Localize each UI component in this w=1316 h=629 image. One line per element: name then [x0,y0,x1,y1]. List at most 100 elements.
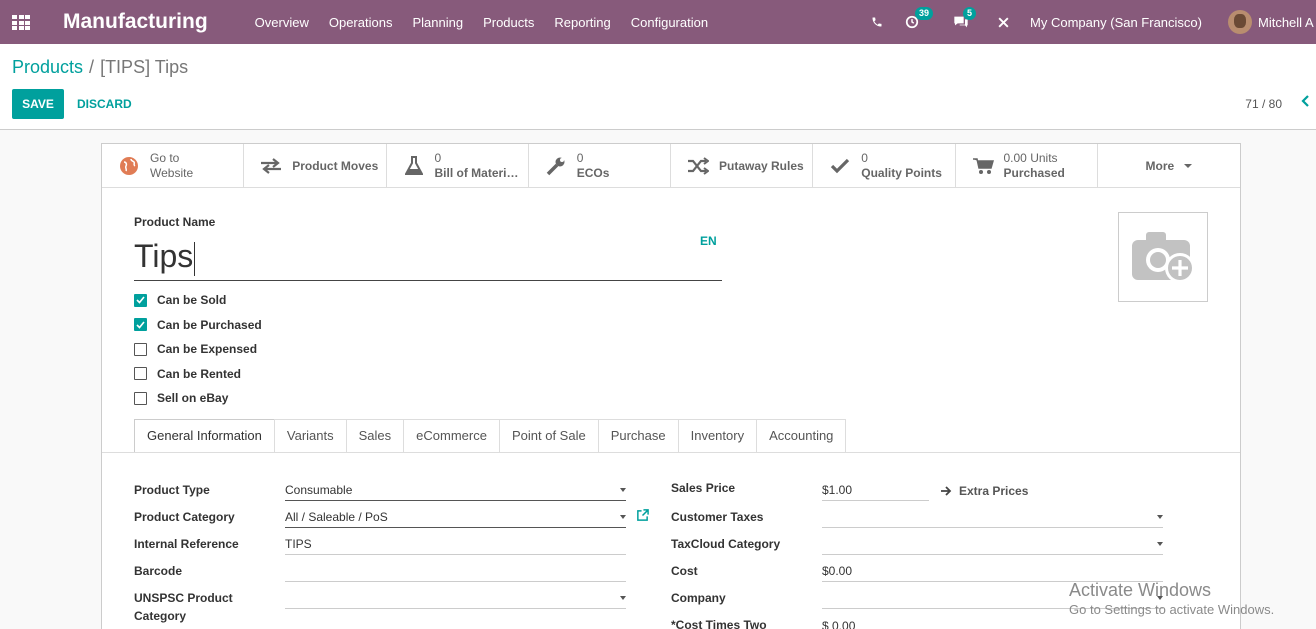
translate-language-button[interactable]: EN [700,234,717,248]
can-be-sold-checkbox[interactable] [134,293,147,307]
ecos-button[interactable]: 0 ECOs [529,144,671,188]
product-name-input[interactable]: Tips [134,233,722,281]
external-link-icon[interactable] [636,509,649,525]
can-be-expensed-label: Can be Expensed [157,342,258,357]
can-be-rented-label: Can be Rented [157,366,242,381]
cost-input[interactable]: $0.00 [822,561,1163,582]
quality-points-count: 0 [861,151,868,165]
tab-general-information[interactable]: General Information [134,419,275,453]
product-moves-button[interactable]: Product Moves [244,144,387,188]
quality-points-button[interactable]: 0 Quality Points [813,144,956,188]
tab-variants[interactable]: Variants [273,419,347,452]
can-be-rented-checkbox[interactable] [134,367,147,381]
watermark-subtitle: Go to Settings to activate Windows. [1069,602,1275,617]
breadcrumb-products-link[interactable]: Products [12,57,83,77]
product-type-select[interactable]: Consumable [285,480,626,501]
sales-price-input[interactable]: $1.00 [822,480,929,501]
go-to-website-button[interactable]: Go to Website [102,144,245,188]
bill-of-materials-button[interactable]: 0 Bill of Materials [387,144,529,188]
can-be-purchased-row: Can be Purchased [134,313,262,338]
taxcloud-category-row: TaxCloud Category [671,531,1166,558]
taxcloud-category-label: TaxCloud Category [671,537,781,551]
camera-add-icon [1132,232,1195,283]
caret-down-icon [620,596,626,600]
customer-taxes-row: Customer Taxes [671,504,1166,531]
tab-sales[interactable]: Sales [345,419,405,452]
customer-taxes-label: Customer Taxes [671,510,764,524]
internal-reference-row: Internal Reference TIPS [134,531,629,558]
activity-clock-icon[interactable]: 39 [905,7,934,29]
messages-icon[interactable]: 5 [953,7,977,29]
menu-item-products[interactable]: Products [483,15,534,30]
can-be-purchased-checkbox[interactable] [134,318,147,332]
quality-points-label: Quality Points [861,166,942,180]
more-button[interactable]: More [1098,144,1240,188]
internal-reference-label: Internal Reference [134,537,239,551]
unspsc-select[interactable] [285,588,626,609]
tab-inventory[interactable]: Inventory [677,419,758,452]
sales-price-row: Sales Price $1.00 Extra Prices [671,477,1166,504]
sell-on-ebay-row: Sell on eBay [134,386,262,411]
units-purchased-count: 0.00 Units [1003,151,1058,165]
product-type-row: Product Type Consumable [134,477,629,504]
arrow-right-icon [941,486,952,496]
debug-tools-icon[interactable] [997,16,1010,29]
tab-accounting[interactable]: Accounting [756,419,847,452]
pager-value[interactable]: 71 / 80 [1245,97,1282,111]
product-category-select[interactable]: All / Saleable / PoS [285,507,626,528]
save-button[interactable]: SAVE [12,89,64,119]
globe-icon [118,155,140,177]
top-navbar: Manufacturing Overview Operations Planni… [0,0,1316,44]
internal-reference-input[interactable]: TIPS [285,534,626,555]
text-cursor [194,241,196,276]
taxcloud-category-select[interactable] [822,534,1163,555]
breadcrumb-separator: / [89,57,95,77]
pager-previous-icon[interactable] [1300,94,1310,110]
sell-on-ebay-label: Sell on eBay [157,391,229,406]
caret-down-icon [1184,164,1193,168]
barcode-input[interactable] [285,561,626,582]
can-be-rented-row: Can be Rented [134,362,262,387]
website-button-line1: Go to [150,151,180,165]
smart-button-box: Go to Website Product Moves 0 Bill of Mate… [102,144,1240,188]
sell-on-ebay-checkbox[interactable] [134,391,147,405]
cart-icon [972,155,994,177]
customer-taxes-select[interactable] [822,507,1163,528]
discard-button[interactable]: DISCARD [77,97,132,111]
tab-ecommerce[interactable]: eCommerce [403,419,500,452]
apps-menu-icon[interactable] [12,15,30,30]
product-flags: Can be Sold Can be Purchased Can be Expe… [134,288,262,411]
barcode-row: Barcode [134,558,629,585]
tabs-divider [102,452,1240,453]
general-info-left-group: Product Type Consumable Product Category… [134,477,649,629]
putaway-rules-button[interactable]: Putaway Rules [671,144,814,188]
product-name-value: Tips [134,238,194,274]
tab-purchase[interactable]: Purchase [597,419,679,452]
product-image-upload[interactable] [1118,212,1208,302]
menu-item-configuration[interactable]: Configuration [631,15,708,30]
company-switcher[interactable]: My Company (San Francisco) [1030,15,1202,30]
units-purchased-button[interactable]: 0.00 Units Purchased [956,144,1098,188]
ecos-label: ECOs [576,166,610,180]
notebook-tabs: General Information Variants Sales eComm… [134,419,847,453]
website-button-line2: Website [150,166,194,180]
bom-count: 0 [434,151,442,165]
breadcrumb-current: [TIPS] Tips [100,57,189,77]
extra-prices-button[interactable]: Extra Prices [941,484,1028,498]
menu-item-planning[interactable]: Planning [412,15,463,30]
form-sheet: Go to Website Product Moves 0 Bill of Mate… [101,143,1241,629]
phone-icon[interactable] [871,16,883,28]
menu-item-overview[interactable]: Overview [255,15,309,30]
user-menu[interactable]: Mitchell A [1258,15,1316,30]
tab-point-of-sale[interactable]: Point of Sale [498,419,599,452]
app-title[interactable]: Manufacturing [63,10,208,34]
menu-item-reporting[interactable]: Reporting [554,15,610,30]
can-be-expensed-checkbox[interactable] [134,342,147,356]
menu-item-operations[interactable]: Operations [329,15,393,30]
cost-times-two-value: $ 0.00 [822,619,856,629]
product-type-label: Product Type [134,483,210,497]
caret-down-icon [620,488,626,492]
main-menu: Overview Operations Planning Products Re… [255,15,728,30]
user-avatar[interactable] [1228,10,1252,34]
product-type-value: Consumable [285,483,353,497]
